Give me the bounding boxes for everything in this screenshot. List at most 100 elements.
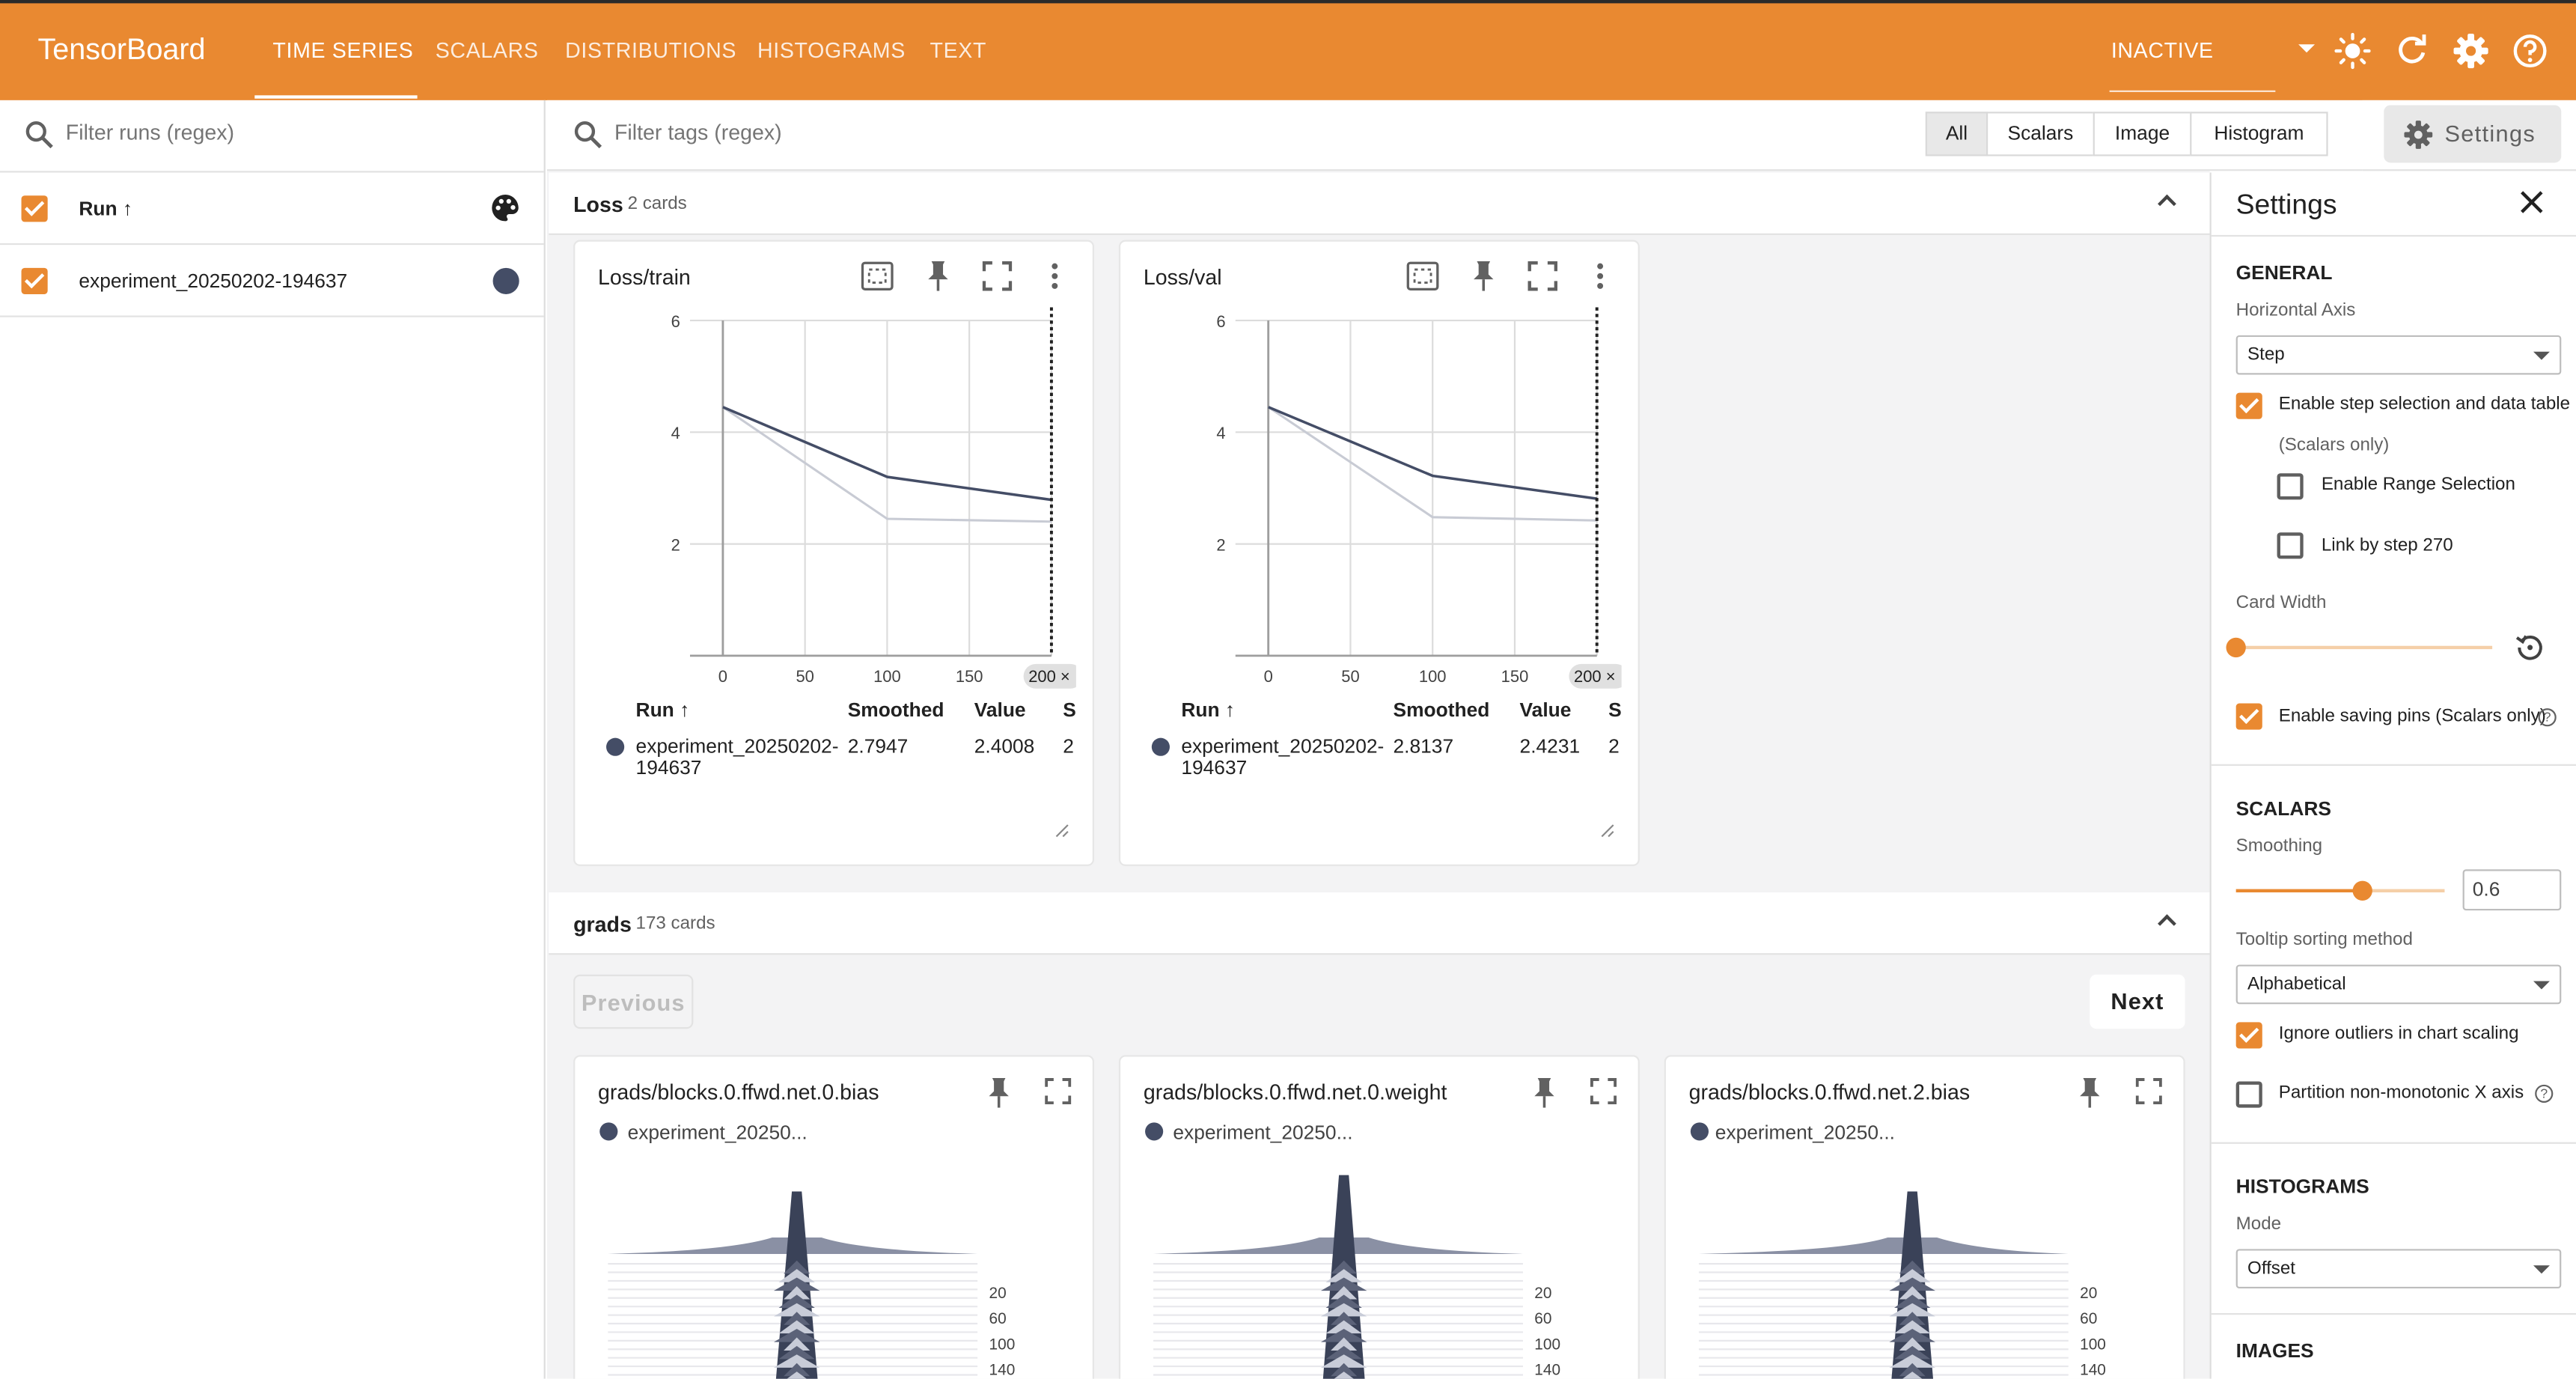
pin-icon[interactable] <box>1469 260 1499 293</box>
palette-icon[interactable] <box>489 192 521 224</box>
previous-page-button[interactable]: Previous <box>573 974 694 1029</box>
card-width-label: Card Width <box>2235 593 2327 613</box>
table-cell-smoothed: 2.7947 <box>847 734 909 758</box>
tab-scalars[interactable]: SCALARS <box>436 37 539 62</box>
card-width-slider-track[interactable] <box>2235 645 2493 650</box>
ignore-outliers-checkbox[interactable] <box>2235 1022 2262 1049</box>
filter-scalars-button[interactable]: Scalars <box>1986 112 2095 156</box>
table-header-value[interactable]: Value <box>974 698 1026 722</box>
histogram-chart[interactable]: 20 60 100 140 <box>608 1172 1068 1379</box>
pin-icon[interactable] <box>924 260 953 293</box>
x-tick-label: 150 <box>1501 667 1529 686</box>
table-header-run[interactable]: Run ↑ <box>1181 698 1235 722</box>
plugin-status-select[interactable]: INACTIVE <box>2111 37 2214 62</box>
horizontal-axis-select[interactable]: Step <box>2235 335 2562 375</box>
run-color-swatch[interactable] <box>492 267 519 294</box>
smoothing-slider-thumb[interactable] <box>2352 880 2372 901</box>
smoothing-slider-fill[interactable] <box>2235 889 2363 892</box>
y-tick-label: 2 <box>671 535 680 554</box>
y-tick-label: 60 <box>2080 1310 2097 1327</box>
chevron-down-icon <box>2533 981 2550 990</box>
tooltip-sort-select[interactable]: Alphabetical <box>2235 964 2562 1005</box>
loss-val-chart[interactable]: 2 4 6 0 50 100 150 200 × <box>1186 307 1622 702</box>
chevron-down-icon <box>2533 351 2550 360</box>
table-header-value[interactable]: Value <box>1520 698 1572 722</box>
reset-icon[interactable] <box>2515 633 2545 663</box>
table-header-smoothed[interactable]: Smoothed <box>848 698 944 722</box>
filter-histogram-button[interactable]: Histogram <box>2190 112 2328 156</box>
run-color-dot <box>1690 1122 1709 1141</box>
theme-toggle-icon[interactable] <box>2334 32 2371 70</box>
fullscreen-icon[interactable] <box>1527 261 1558 291</box>
tab-distributions[interactable]: DISTRIBUTIONS <box>565 37 736 62</box>
filter-tags-input[interactable] <box>614 120 1601 145</box>
fullscreen-icon[interactable] <box>2135 1078 2162 1105</box>
card-title: Loss/val <box>1143 264 1222 290</box>
close-icon[interactable] <box>2520 191 2543 214</box>
group-header-loss[interactable]: Loss 2 cards <box>549 172 2210 235</box>
x-tick-label: 50 <box>1341 667 1359 686</box>
smoothing-input[interactable]: 0.6 <box>2462 869 2562 911</box>
saving-pins-checkbox[interactable] <box>2235 703 2262 730</box>
group-header-grads[interactable]: grads 173 cards <box>549 892 2210 955</box>
horizontal-axis-value: Step <box>2247 344 2285 365</box>
table-header-step[interactable]: S <box>1608 698 1622 722</box>
filter-image-button[interactable]: Image <box>2093 112 2192 156</box>
collapse-chevron-icon[interactable] <box>2158 914 2176 934</box>
histogram-chart[interactable]: 20 60 100 140 <box>1153 1172 1614 1379</box>
step-selection-checkbox[interactable] <box>2235 392 2262 419</box>
resize-handle-icon[interactable] <box>1600 824 1615 838</box>
more-vert-icon[interactable] <box>1592 261 1608 291</box>
pin-icon[interactable] <box>1530 1077 1560 1109</box>
app-brand[interactable]: TensorBoard <box>37 33 205 67</box>
partition-checkbox[interactable] <box>2235 1081 2262 1108</box>
fullscreen-icon[interactable] <box>982 261 1013 291</box>
divider <box>2211 1312 2576 1315</box>
table-header-smoothed[interactable]: Smoothed <box>1394 698 1490 722</box>
loss-train-chart[interactable]: 2 4 6 0 50 100 150 200 × <box>641 307 1076 702</box>
run-label: experiment_20250... <box>627 1121 808 1144</box>
range-selection-checkbox[interactable] <box>2277 473 2304 500</box>
tab-histograms[interactable]: HISTOGRAMS <box>757 37 906 62</box>
help-icon[interactable] <box>2512 33 2548 69</box>
table-cell-value: 2.4231 <box>1519 734 1581 758</box>
settings-button[interactable]: Settings <box>2384 105 2562 163</box>
help-icon[interactable]: ? <box>2535 1084 2554 1103</box>
fit-domain-icon[interactable] <box>1406 261 1439 291</box>
table-header-step[interactable]: S <box>1063 698 1076 722</box>
more-vert-icon[interactable] <box>1046 261 1063 291</box>
pin-icon[interactable] <box>2075 1077 2105 1109</box>
filter-runs-input[interactable] <box>65 120 526 145</box>
select-all-runs-checkbox[interactable] <box>21 195 48 222</box>
resize-handle-icon[interactable] <box>1054 824 1069 838</box>
tab-time-series[interactable]: TIME SERIES <box>272 37 413 62</box>
tab-text[interactable]: TEXT <box>930 37 986 62</box>
active-tab-indicator <box>254 95 418 99</box>
run-checkbox[interactable] <box>21 267 48 294</box>
smoothing-slider-track[interactable] <box>2362 889 2445 892</box>
fullscreen-icon[interactable] <box>1590 1078 1617 1105</box>
pin-icon[interactable] <box>984 1077 1014 1109</box>
run-column-header[interactable]: Run ↑ <box>79 197 132 220</box>
settings-gear-icon[interactable] <box>2453 33 2488 69</box>
chevron-down-icon[interactable] <box>2298 44 2316 53</box>
card-width-slider-thumb[interactable] <box>2226 637 2246 658</box>
next-page-button[interactable]: Next <box>2090 974 2185 1029</box>
fit-domain-icon[interactable] <box>861 261 894 291</box>
link-by-step-checkbox[interactable] <box>2277 532 2304 559</box>
card-title: grads/blocks.0.ffwd.net.0.weight <box>1143 1080 1447 1105</box>
y-tick-label: 20 <box>1534 1285 1551 1302</box>
collapse-chevron-icon[interactable] <box>2158 194 2176 213</box>
table-header-run[interactable]: Run ↑ <box>636 698 690 722</box>
y-tick-label: 2 <box>1216 535 1225 554</box>
table-cell-run: experiment_20250202- <box>635 734 839 758</box>
help-icon[interactable]: ? <box>2538 708 2557 727</box>
filter-all-button[interactable]: All <box>1925 112 1989 156</box>
y-tick-label: 20 <box>2080 1285 2097 1302</box>
reload-icon[interactable] <box>2393 33 2429 69</box>
histogram-chart[interactable]: 20 60 100 140 <box>1698 1172 2159 1379</box>
ignore-outliers-label: Ignore outliers in chart scaling <box>2278 1023 2519 1044</box>
fullscreen-icon[interactable] <box>1045 1078 1072 1105</box>
histogram-mode-select[interactable]: Offset <box>2235 1249 2562 1289</box>
y-tick-label: 140 <box>989 1361 1016 1378</box>
